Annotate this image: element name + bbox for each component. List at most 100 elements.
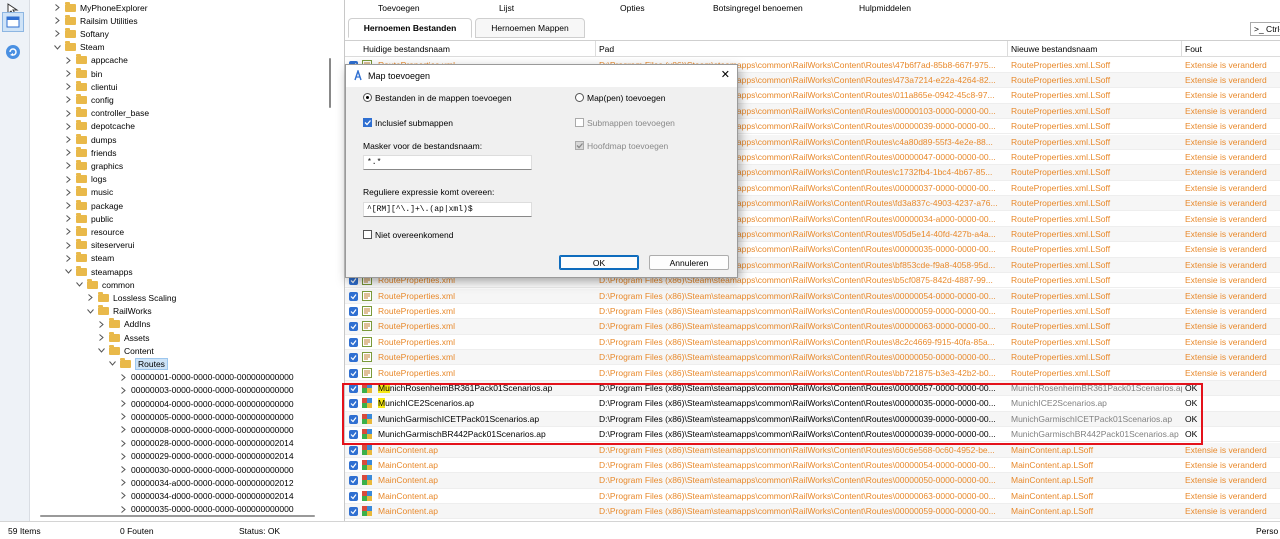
tree-item[interactable]: music: [65, 186, 113, 199]
row-checkbox[interactable]: [349, 445, 358, 455]
table-row[interactable]: MainContent.ap D:\Program Files (x86)\Ste…: [345, 504, 1280, 520]
tree-item[interactable]: appcache: [65, 54, 128, 67]
chevron-right-icon[interactable]: [65, 188, 72, 197]
tree-item[interactable]: 00000034-a000-0000-0000-000000002012: [120, 476, 294, 489]
chevron-right-icon[interactable]: [120, 478, 127, 487]
menu-botsingregel[interactable]: Botsingregel benoemen: [713, 3, 803, 13]
tree-item[interactable]: public: [65, 212, 113, 225]
chevron-right-icon[interactable]: [54, 29, 61, 38]
tree-item[interactable]: Content: [98, 344, 154, 357]
chevron-right-icon[interactable]: [65, 122, 72, 131]
tree-item[interactable]: RailWorks: [87, 305, 152, 318]
chevron-right-icon[interactable]: [54, 16, 61, 25]
regex-input[interactable]: ^[RM][^\.]+\.(ap|xml)$: [363, 202, 532, 217]
tree-horizontal-scrollbar[interactable]: [30, 512, 326, 520]
row-checkbox[interactable]: [349, 322, 358, 332]
tree-item[interactable]: 00000004-0000-0000-0000-000000000000: [120, 397, 294, 410]
row-checkbox[interactable]: [349, 491, 358, 501]
chevron-right-icon[interactable]: [65, 56, 72, 65]
tree-item[interactable]: Steam: [54, 41, 105, 54]
table-row[interactable]: MainContent.ap D:\Program Files (x86)\Ste…: [345, 458, 1280, 474]
row-checkbox[interactable]: [349, 383, 358, 393]
chevron-down-icon[interactable]: [54, 43, 61, 52]
chevron-right-icon[interactable]: [65, 95, 72, 104]
table-row[interactable]: MunichGarmischICETPack01Scenarios.ap D:\P…: [345, 411, 1280, 428]
chevron-right-icon[interactable]: [65, 82, 72, 91]
chevron-right-icon[interactable]: [65, 214, 72, 223]
table-row[interactable]: MainContent.ap D:\Program Files (x86)\Ste…: [345, 489, 1280, 505]
table-row[interactable]: MainContent.ap D:\Program Files (x86)\Ste…: [345, 473, 1280, 489]
menu-opties[interactable]: Opties: [620, 3, 645, 13]
tree-item[interactable]: graphics: [65, 159, 123, 172]
tree-item[interactable]: controller_base: [65, 107, 149, 120]
table-row[interactable]: RouteProperties.xml D:\Program Files (x86…: [345, 304, 1280, 320]
row-checkbox[interactable]: [349, 368, 358, 378]
tree-item[interactable]: resource: [65, 225, 124, 238]
table-row[interactable]: MunichGarmischBR442Pack01Scenarios.ap D:\…: [345, 427, 1280, 443]
row-checkbox[interactable]: [349, 337, 358, 347]
tree-item[interactable]: friends: [65, 146, 117, 159]
chevron-right-icon[interactable]: [65, 201, 72, 210]
table-row[interactable]: RouteProperties.xml D:\Program Files (x86…: [345, 335, 1280, 351]
radio-folders[interactable]: Map(pen) toevoegen: [575, 93, 665, 103]
ok-button[interactable]: OK: [559, 255, 639, 270]
header-error[interactable]: Fout: [1182, 41, 1280, 57]
chevron-right-icon[interactable]: [120, 399, 127, 408]
tree-item[interactable]: Routes: [109, 357, 168, 370]
table-row[interactable]: MunichICE2Scenarios.ap D:\Program Files (…: [345, 396, 1280, 412]
tree-item[interactable]: siteserverui: [65, 239, 134, 252]
tree-item[interactable]: AddIns: [98, 318, 150, 331]
tree-item[interactable]: Softany: [54, 27, 109, 40]
tree-item[interactable]: 00000030-0000-0000-0000-000000000000: [120, 463, 294, 476]
menu-hulpmiddelen[interactable]: Hulpmiddelen: [859, 3, 911, 13]
chevron-right-icon[interactable]: [98, 333, 105, 342]
tree-item[interactable]: logs: [65, 173, 107, 186]
row-checkbox[interactable]: [349, 414, 358, 424]
chevron-right-icon[interactable]: [65, 227, 72, 236]
chevron-right-icon[interactable]: [65, 148, 72, 157]
table-row[interactable]: MainContent.ap D:\Program Files (x86)\Ste…: [345, 442, 1280, 458]
tree-item[interactable]: 00000034-d000-0000-0000-000000002014: [120, 489, 294, 502]
table-row[interactable]: RouteProperties.xml D:\Program Files (x86…: [345, 366, 1280, 381]
row-checkbox[interactable]: [349, 476, 358, 486]
chevron-right-icon[interactable]: [120, 465, 127, 474]
tree-item[interactable]: bin: [65, 67, 102, 80]
row-checkbox[interactable]: [349, 306, 358, 316]
radio-files[interactable]: Bestanden in de mappen toevoegen: [363, 93, 512, 103]
chevron-right-icon[interactable]: [120, 439, 127, 448]
chevron-right-icon[interactable]: [120, 452, 127, 461]
chevron-right-icon[interactable]: [54, 3, 61, 12]
checkbox-not-matching[interactable]: Niet overeenkomend: [363, 230, 453, 240]
close-icon[interactable]: ✕: [721, 69, 730, 81]
tree-item[interactable]: 00000003-0000-0000-0000-000000000000: [120, 384, 294, 397]
chevron-right-icon[interactable]: [65, 135, 72, 144]
chevron-down-icon[interactable]: [98, 346, 105, 355]
window-icon[interactable]: [2, 12, 24, 32]
cancel-button[interactable]: Annuleren: [649, 255, 729, 270]
tab-hernoemen-bestanden[interactable]: Hernoemen Bestanden: [348, 18, 472, 38]
header-new-name[interactable]: Nieuwe bestandsnaam: [1008, 41, 1182, 57]
tree-vertical-scrollbar[interactable]: [326, 0, 334, 521]
tree-item[interactable]: 00000028-0000-0000-0000-000000002014: [120, 437, 294, 450]
chevron-down-icon[interactable]: [76, 280, 83, 289]
tree-item[interactable]: Lossless Scaling: [87, 291, 176, 304]
chevron-down-icon[interactable]: [109, 359, 116, 368]
tree-item[interactable]: steamapps: [65, 265, 133, 278]
row-checkbox[interactable]: [349, 460, 358, 470]
tree-item[interactable]: package: [65, 199, 123, 212]
menu-toevoegen[interactable]: Toevoegen: [378, 3, 420, 13]
tree-item[interactable]: 00000008-0000-0000-0000-000000000000: [120, 423, 294, 436]
tree-item[interactable]: MyPhoneExplorer: [54, 1, 148, 14]
status-right[interactable]: Perso: [1256, 526, 1278, 536]
checkbox-include-subfolders[interactable]: Inclusief submappen: [363, 118, 453, 128]
row-checkbox[interactable]: [349, 430, 358, 440]
tree-item[interactable]: clientui: [65, 80, 117, 93]
row-checkbox[interactable]: [349, 399, 358, 409]
tree-item[interactable]: 00000005-0000-0000-0000-000000000000: [120, 410, 294, 423]
chevron-right-icon[interactable]: [120, 412, 127, 421]
chevron-right-icon[interactable]: [65, 254, 72, 263]
table-row[interactable]: RouteProperties.xml D:\Program Files (x86…: [345, 319, 1280, 335]
table-row[interactable]: MunichRosenheimBR361Pack01Scenarios.ap D:…: [345, 380, 1280, 397]
refresh-icon[interactable]: [2, 42, 24, 62]
chevron-right-icon[interactable]: [98, 320, 105, 329]
